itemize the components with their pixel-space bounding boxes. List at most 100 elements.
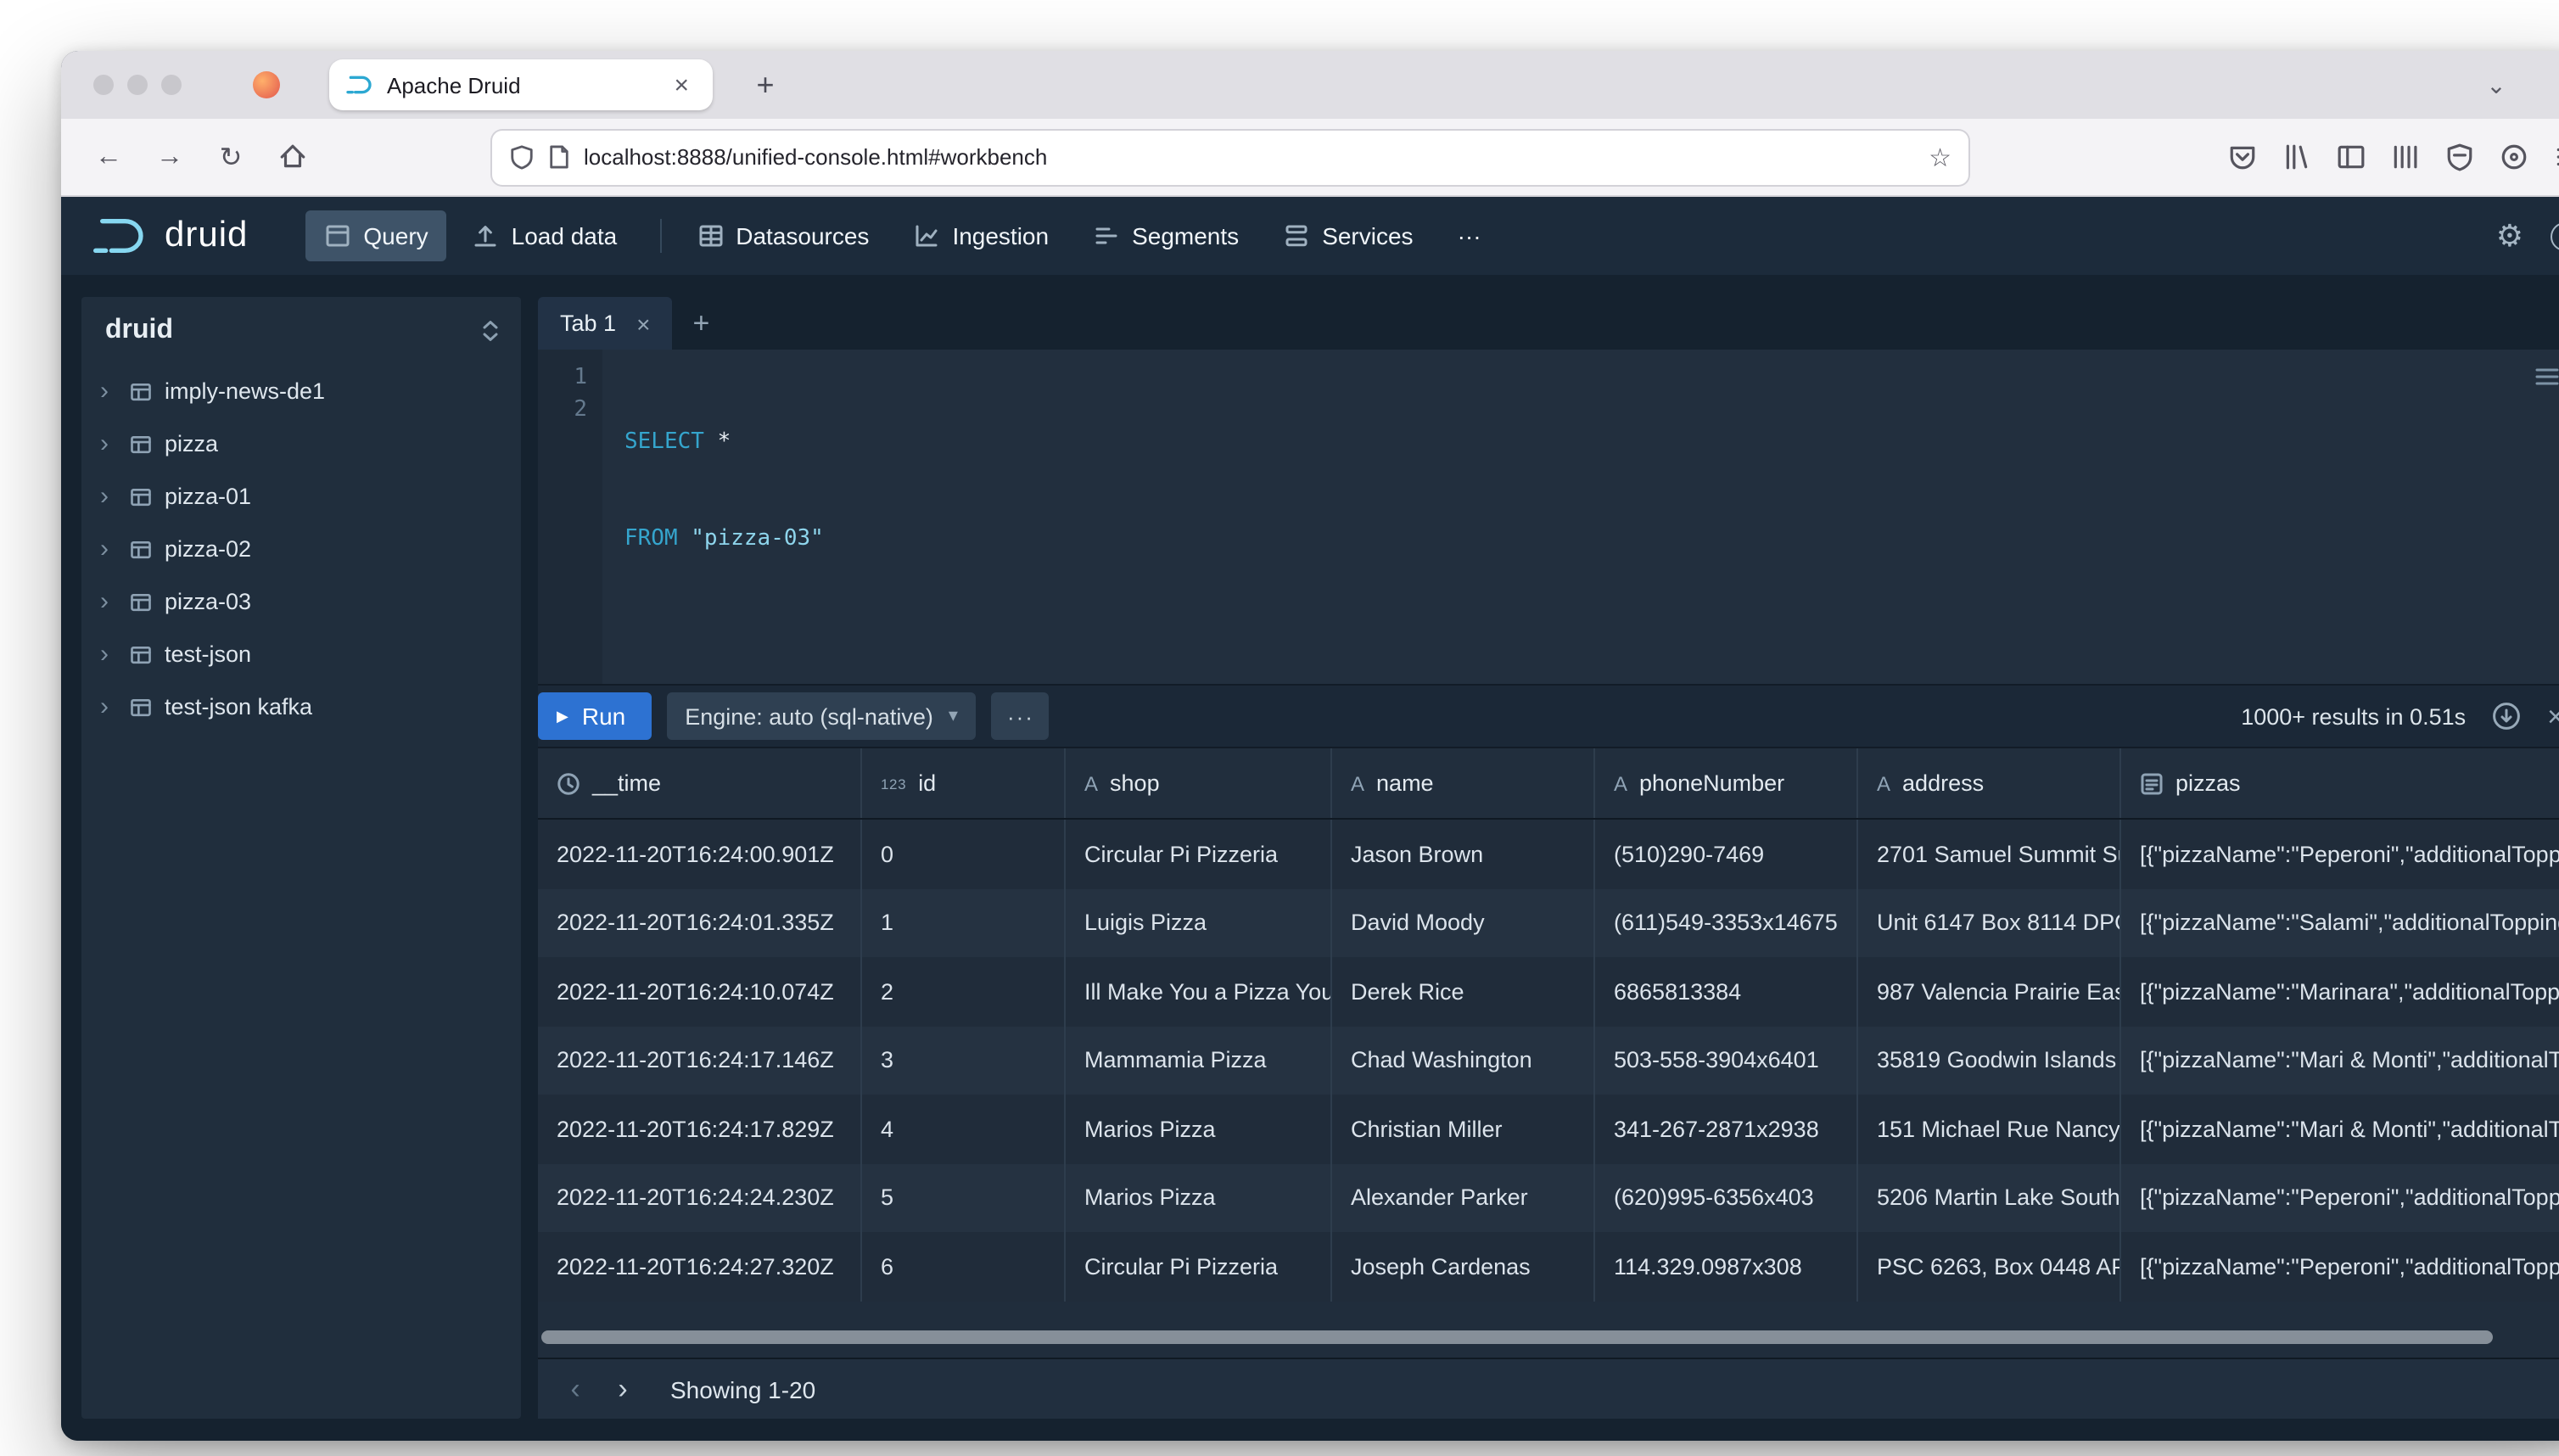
chevron-right-icon[interactable]: › [100, 536, 117, 562]
back-button[interactable]: ← [81, 130, 136, 184]
cell[interactable]: Marios Pizza [1066, 1163, 1332, 1232]
sql-editor[interactable]: 1 2 SELECT * FROM "pizza-03" [538, 350, 2559, 684]
chevron-right-icon[interactable]: › [100, 589, 117, 614]
editor-menu-icon[interactable] [2534, 365, 2559, 389]
cell[interactable]: 151 Michael Rue Nancy [1858, 1095, 2121, 1163]
sidebar-item-pizza[interactable]: › pizza [81, 417, 521, 470]
close-window-button[interactable] [93, 75, 114, 95]
bookmark-star-icon[interactable]: ☆ [1929, 142, 1951, 172]
column-header-pizzas[interactable]: pizzas [2121, 748, 2559, 818]
cell[interactable]: 6865813384 [1595, 957, 1858, 1026]
settings-gear-icon[interactable]: ⚙ [2496, 221, 2523, 251]
run-button[interactable]: ▶ Run [538, 692, 651, 740]
workbench-tab-1[interactable]: Tab 1 × [538, 297, 672, 350]
cell[interactable]: Christian Miller [1332, 1095, 1595, 1163]
query-more-button[interactable]: ··· [992, 692, 1050, 740]
cell[interactable]: 2 [862, 957, 1066, 1026]
tab-close-icon[interactable]: × [667, 69, 696, 101]
nav-segments[interactable]: Segments [1074, 210, 1257, 261]
help-icon[interactable]: ? [2551, 221, 2559, 250]
chevron-right-icon[interactable]: › [100, 484, 117, 509]
cell[interactable]: Derek Rice [1332, 957, 1595, 1026]
previous-page-button[interactable]: ‹ [552, 1365, 599, 1413]
cell[interactable]: 2022-11-20T16:24:01.335Z [538, 888, 862, 957]
chevron-right-icon[interactable]: › [100, 378, 117, 404]
sidebar-item-test-json-kafka[interactable]: › test-json kafka [81, 680, 521, 733]
reload-button[interactable]: ↻ [204, 130, 258, 184]
cell[interactable]: [{"pizzaName":"Peperoni","additionalTopp [2121, 820, 2559, 888]
column-header-phoneNumber[interactable]: A phoneNumber [1595, 748, 1858, 818]
sidebar-item-pizza-03[interactable]: › pizza-03 [81, 575, 521, 628]
cell[interactable]: (611)549-3353x14675 [1595, 888, 1858, 957]
cell[interactable]: 114.329.0987x308 [1595, 1232, 1858, 1301]
firefox-profile-avatar[interactable] [253, 71, 280, 98]
cell[interactable]: 2022-11-20T16:24:17.146Z [538, 1026, 862, 1095]
page-info-icon[interactable] [548, 144, 570, 170]
cell[interactable]: Luigis Pizza [1066, 888, 1332, 957]
close-icon[interactable]: × [636, 311, 650, 335]
cell[interactable]: 4 [862, 1095, 1066, 1163]
close-results-icon[interactable]: × [2547, 702, 2559, 731]
cell[interactable]: Circular Pi Pizzeria [1066, 820, 1332, 888]
cell[interactable]: 341-267-2871x2938 [1595, 1095, 1858, 1163]
engine-select[interactable]: Engine: auto (sql-native) ▾ [666, 692, 977, 740]
column-header-address[interactable]: A address [1858, 748, 2121, 818]
cell[interactable]: Ill Make You a Pizza You [1066, 957, 1332, 1026]
cell[interactable]: [{"pizzaName":"Marinara","additionalTopp [2121, 957, 2559, 1026]
home-button[interactable] [265, 130, 319, 184]
nav-datasources[interactable]: Datasources [678, 210, 888, 261]
cell[interactable]: 35819 Goodwin Islands [1858, 1026, 2121, 1095]
cell[interactable]: [{"pizzaName":"Peperoni","additionalTopp [2121, 1163, 2559, 1232]
browser-tab-apache-druid[interactable]: Apache Druid × [329, 59, 713, 110]
library-icon[interactable] [2282, 143, 2311, 171]
sidebar-toggle-icon[interactable] [2337, 143, 2366, 171]
cell[interactable]: Unit 6147 Box 8114 DPO [1858, 888, 2121, 957]
cell[interactable]: David Moody [1332, 888, 1595, 957]
cell[interactable]: PSC 6263, Box 0448 APO [1858, 1232, 2121, 1301]
cell[interactable]: Jason Brown [1332, 820, 1595, 888]
cell[interactable]: Chad Washington [1332, 1026, 1595, 1095]
extensions-grid-icon[interactable] [2391, 143, 2420, 171]
nav-services[interactable]: Services [1264, 210, 1431, 261]
cell[interactable]: 503-558-3904x6401 [1595, 1026, 1858, 1095]
nav-ingestion[interactable]: Ingestion [894, 210, 1067, 261]
cell[interactable]: Alexander Parker [1332, 1163, 1595, 1232]
new-tab-button[interactable]: + [743, 64, 787, 109]
forward-button[interactable]: → [143, 130, 197, 184]
chevron-right-icon[interactable]: › [100, 694, 117, 720]
nav-more[interactable]: ··· [1439, 210, 1500, 261]
sidebar-item-pizza-02[interactable]: › pizza-02 [81, 523, 521, 575]
horizontal-scrollbar[interactable] [541, 1330, 2493, 1344]
column-header-shop[interactable]: A shop [1066, 748, 1332, 818]
cell[interactable]: Joseph Cardenas [1332, 1232, 1595, 1301]
cell[interactable]: 987 Valencia Prairie Eas [1858, 957, 2121, 1026]
cell[interactable]: 0 [862, 820, 1066, 888]
ublock-shield-icon[interactable] [2445, 143, 2474, 171]
cell[interactable]: (620)995-6356x403 [1595, 1163, 1858, 1232]
cell[interactable]: 2022-11-20T16:24:24.230Z [538, 1163, 862, 1232]
cell[interactable]: (510)290-7469 [1595, 820, 1858, 888]
pocket-icon[interactable] [2228, 143, 2257, 171]
menu-icon[interactable] [2554, 143, 2559, 171]
cell[interactable]: 2022-11-20T16:24:10.074Z [538, 957, 862, 1026]
cell[interactable]: 2022-11-20T16:24:27.320Z [538, 1232, 862, 1301]
privacy-extension-icon[interactable] [2500, 143, 2528, 171]
cell[interactable]: 6 [862, 1232, 1066, 1301]
list-all-tabs-button[interactable]: ⌄ [2474, 64, 2518, 109]
cell[interactable]: [{"pizzaName":"Salami","additionalToppin… [2121, 888, 2559, 957]
cell[interactable]: 2022-11-20T16:24:17.829Z [538, 1095, 862, 1163]
column-header-name[interactable]: A name [1332, 748, 1595, 818]
chevron-right-icon[interactable]: › [100, 641, 117, 667]
cell[interactable]: [{"pizzaName":"Peperoni","additionalTopp [2121, 1232, 2559, 1301]
nav-query[interactable]: Query [305, 210, 446, 261]
column-header-time[interactable]: __time [538, 748, 862, 818]
next-page-button[interactable]: › [599, 1365, 647, 1413]
maximize-window-button[interactable] [161, 75, 182, 95]
cell[interactable]: [{"pizzaName":"Mari & Monti","additional… [2121, 1095, 2559, 1163]
column-header-id[interactable]: 123 id [862, 748, 1066, 818]
sidebar-item-imply-news-de1[interactable]: › imply-news-de1 [81, 365, 521, 417]
cell[interactable]: Marios Pizza [1066, 1095, 1332, 1163]
druid-brand[interactable]: druid [92, 216, 248, 256]
chevron-right-icon[interactable]: › [100, 431, 117, 456]
cell[interactable]: 5206 Martin Lake South [1858, 1163, 2121, 1232]
